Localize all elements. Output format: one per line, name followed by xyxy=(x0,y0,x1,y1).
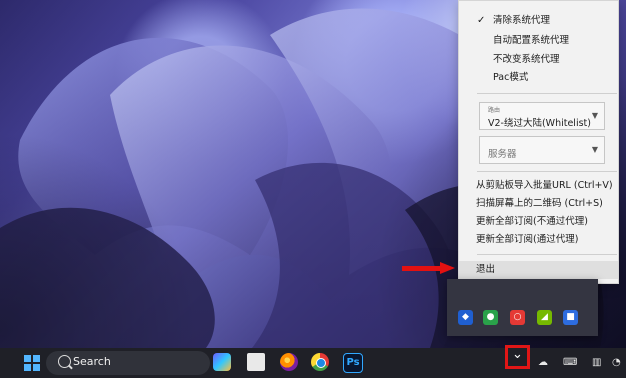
copilot-icon[interactable] xyxy=(213,353,231,371)
route-select[interactable]: 路由 V2-绕过大陆(Whitelist) ▼ xyxy=(479,102,605,130)
tray-shield-icon[interactable]: ◆ xyxy=(458,310,473,325)
menu-item-import-clipboard[interactable]: 从剪贴板导入批量URL (Ctrl+V) xyxy=(459,177,618,195)
menu-item-keep-system-proxy[interactable]: 不改变系统代理 xyxy=(459,51,618,69)
menu-item-label: Pac模式 xyxy=(493,72,529,83)
firefox-icon[interactable] xyxy=(280,353,298,371)
menu-item-update-subscriptions-proxy[interactable]: 更新全部订阅(通过代理) xyxy=(459,231,618,249)
file-explorer-icon[interactable] xyxy=(247,353,265,371)
windows-start-icon[interactable] xyxy=(24,355,40,371)
search-label: Search xyxy=(73,355,111,368)
menu-item-clear-system-proxy[interactable]: ✓ 清除系统代理 xyxy=(459,12,618,30)
cloud-icon[interactable]: ☁ xyxy=(538,357,548,368)
hidden-tray-icons-panel: ◆ ● ○ ◢ ■ xyxy=(447,279,598,336)
chevron-up-icon: ⌄ xyxy=(512,347,523,362)
menu-item-auto-config-proxy[interactable]: 自动配置系统代理 xyxy=(459,32,618,50)
tray-green-icon[interactable]: ● xyxy=(483,310,498,325)
menu-item-exit[interactable]: 退出 xyxy=(459,261,618,279)
menu-item-label: 从剪贴板导入批量URL (Ctrl+V) xyxy=(476,180,613,191)
menu-item-label: 清除系统代理 xyxy=(493,15,551,26)
wifi-icon[interactable]: ◔ xyxy=(612,357,621,368)
menu-item-label: 扫描屏幕上的二维码 (Ctrl+S) xyxy=(476,198,603,209)
proxy-context-menu: ✓ 清除系统代理 自动配置系统代理 不改变系统代理 Pac模式 路由 V2-绕过… xyxy=(458,0,619,284)
network-icon[interactable]: ▥ xyxy=(592,357,601,368)
search-icon xyxy=(58,355,71,368)
arrow-shaft xyxy=(402,266,441,271)
show-hidden-icons-button[interactable]: ⌄ xyxy=(505,345,530,369)
menu-item-update-subscriptions-direct[interactable]: 更新全部订阅(不通过代理) xyxy=(459,213,618,231)
tray-nvidia-icon[interactable]: ◢ xyxy=(537,310,552,325)
taskbar-search[interactable]: Search xyxy=(46,351,210,375)
menu-item-label: 退出 xyxy=(476,264,496,275)
server-select-placeholder: 服务器 xyxy=(488,149,517,160)
server-select[interactable]: 服务器 ▼ xyxy=(479,136,605,164)
keyboard-icon[interactable]: ⌨ xyxy=(563,357,577,368)
menu-separator xyxy=(477,254,617,255)
tray-blue-icon[interactable]: ■ xyxy=(563,310,578,325)
menu-separator xyxy=(477,93,617,94)
dropdown-arrow-icon: ▼ xyxy=(591,145,598,154)
photoshop-icon[interactable]: Ps xyxy=(343,353,363,373)
menu-item-label: 更新全部订阅(通过代理) xyxy=(476,234,579,245)
menu-separator xyxy=(477,171,617,172)
route-select-value: V2-绕过大陆(Whitelist) xyxy=(488,118,591,129)
route-select-label: 路由 xyxy=(488,107,501,114)
menu-item-pac-mode[interactable]: Pac模式 xyxy=(459,69,618,87)
menu-item-label: 不改变系统代理 xyxy=(493,54,560,65)
menu-item-label: 更新全部订阅(不通过代理) xyxy=(476,216,588,227)
tray-red-icon[interactable]: ○ xyxy=(510,310,525,325)
chrome-icon[interactable] xyxy=(311,353,329,371)
check-icon: ✓ xyxy=(477,15,486,26)
menu-item-label: 自动配置系统代理 xyxy=(493,35,570,46)
menu-item-scan-qr[interactable]: 扫描屏幕上的二维码 (Ctrl+S) xyxy=(459,195,618,213)
red-annotation-arrow xyxy=(402,262,456,274)
dropdown-arrow-icon: ▼ xyxy=(591,111,598,120)
arrow-head xyxy=(440,262,455,274)
